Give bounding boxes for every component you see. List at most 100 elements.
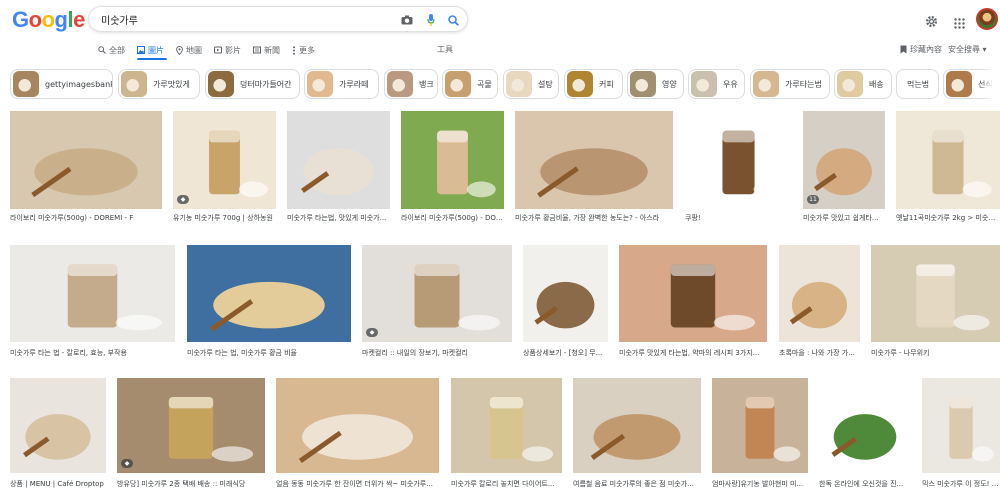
search-box[interactable] — [88, 6, 468, 32]
image-result[interactable]: 여름철 음료 미숫가루의 좋은 점 미숫가... — [573, 378, 701, 490]
result-thumbnail[interactable] — [451, 378, 562, 473]
chip-gettyimagesbank[interactable]: gettyimagesbank — [10, 69, 113, 99]
image-result[interactable]: 라이보리 미숫가루(500g) - DOR... — [401, 111, 504, 225]
google-logo[interactable]: Google — [12, 7, 85, 33]
result-caption[interactable]: 미숫가루 칼로리 놓치면 다이어트... — [451, 479, 562, 489]
safe-search-button[interactable]: 安全搜尋 ▾ — [948, 44, 987, 55]
tab-images[interactable]: 圖片 — [137, 43, 164, 57]
result-caption[interactable]: 초록마을 : 나와 가장 가... — [779, 348, 860, 358]
tools-button[interactable]: 工具 — [437, 44, 453, 55]
image-result[interactable]: 11 미숫가루 맛있고 쉽게타... — [803, 111, 885, 225]
image-result[interactable]: 미숫가루 - 나무위키 — [871, 245, 1000, 360]
chip-2[interactable]: 덩터마가들어간 — [205, 69, 300, 99]
account-avatar[interactable] — [976, 8, 998, 30]
result-thumbnail[interactable]: 11 — [803, 111, 885, 209]
result-thumbnail[interactable] — [819, 378, 911, 473]
microphone-icon[interactable] — [423, 12, 439, 28]
chip-5[interactable]: 곡물 — [442, 69, 498, 99]
tab-all[interactable]: 全部 — [98, 43, 125, 57]
result-caption[interactable]: 믹스 미숫가루 이 정도! 미... — [922, 479, 1000, 489]
result-caption[interactable]: 미숫가루 타는법, 맛있게 미숫가... — [287, 213, 390, 223]
image-result[interactable]: 한독 온라인에 오신것을 진... — [819, 378, 911, 490]
result-thumbnail[interactable] — [276, 378, 439, 473]
image-result[interactable]: 미숫가루 타는법, 맛있게 미숫가... — [287, 111, 390, 225]
result-thumbnail[interactable] — [10, 111, 162, 209]
result-caption[interactable]: 한독 온라인에 오신것을 진... — [819, 479, 911, 489]
image-result[interactable]: 상품 | MENU | Café Droptop — [10, 378, 106, 490]
image-result[interactable]: 쿠팡! — [685, 111, 792, 225]
image-result[interactable]: 미숫가루 황금비율, 가장 완벽한 농도는? - 아스라 — [515, 111, 673, 225]
result-caption[interactable]: 미숫가루 맛있게 타는법, 약마의 레시피 3가지... — [619, 348, 767, 358]
tab-more[interactable]: 更多 — [292, 43, 315, 57]
chip-6[interactable]: 설탕 — [503, 69, 559, 99]
tab-videos[interactable]: 影片 — [214, 43, 241, 57]
result-thumbnail[interactable]: ◆ — [117, 378, 265, 473]
image-result[interactable]: 상품상세보기 - [청오] 무... — [523, 245, 608, 360]
result-thumbnail[interactable] — [685, 111, 792, 209]
chip-8[interactable]: 영양 — [627, 69, 684, 99]
chip-12[interactable]: 먹는법 — [896, 69, 939, 99]
result-thumbnail[interactable] — [712, 378, 808, 473]
result-caption[interactable]: 미숫가루 - 나무위키 — [871, 348, 1000, 358]
result-thumbnail[interactable] — [515, 111, 673, 209]
chip-7[interactable]: 커피 — [564, 69, 623, 99]
image-result[interactable]: 초록마을 : 나와 가장 가... — [779, 245, 860, 360]
tab-news[interactable]: 新聞 — [253, 43, 280, 57]
image-result[interactable]: 옛날11곡미숫가루 2kg > 미숫가... — [896, 111, 1000, 225]
result-caption[interactable]: 미숫가루 맛있고 쉽게타... — [803, 213, 885, 223]
result-caption[interactable]: 상품 | MENU | Café Droptop — [10, 479, 106, 489]
result-caption[interactable]: 쿠팡! — [685, 213, 792, 223]
result-caption[interactable]: 라이보리 미숫가루(500g) - DOR... — [401, 213, 504, 223]
image-result[interactable]: 라이보리 미숫가루(500g) - DOREMI - F — [10, 111, 162, 225]
result-thumbnail[interactable]: ◆ — [362, 245, 512, 342]
result-caption[interactable]: 옛날11곡미숫가루 2kg > 미숫가... — [896, 213, 1000, 223]
result-thumbnail[interactable] — [523, 245, 608, 342]
result-thumbnail[interactable]: ◆ — [173, 111, 276, 209]
chip-11[interactable]: 배송 — [834, 69, 892, 99]
search-icon[interactable] — [445, 12, 461, 28]
result-caption[interactable]: 라이보리 미숫가루(500g) - DOREMI - F — [10, 213, 162, 223]
image-result[interactable]: ◆방유당] 미숫가루 2종 택배 배송 :: 미래식당 — [117, 378, 265, 490]
image-result[interactable]: 얼음 동동 미숫가루 한 잔이면 더위가 싹~ 미숫가루... — [276, 378, 439, 490]
result-thumbnail[interactable] — [573, 378, 701, 473]
camera-icon[interactable] — [399, 12, 415, 28]
result-thumbnail[interactable] — [10, 378, 106, 473]
image-result[interactable]: 미숫가루 맛있게 타는법, 약마의 레시피 3가지... — [619, 245, 767, 360]
tab-maps[interactable]: 地圖 — [176, 43, 202, 57]
result-caption[interactable]: 마켓컬리 :: 내일의 장보기, 마켓컬리 — [362, 348, 512, 358]
image-result[interactable]: ◆마켓컬리 :: 내일의 장보기, 마켓컬리 — [362, 245, 512, 360]
chip-1[interactable]: 가루맛있게 — [118, 69, 200, 99]
result-thumbnail[interactable] — [896, 111, 1000, 209]
image-result[interactable]: 미숫가루 칼로리 놓치면 다이어트... — [451, 378, 562, 490]
result-caption[interactable]: 여름철 음료 미숫가루의 좋은 점 미숫가... — [573, 479, 701, 489]
result-thumbnail[interactable] — [922, 378, 1000, 473]
result-caption[interactable]: 방유당] 미숫가루 2종 택배 배송 :: 미래식당 — [117, 479, 265, 489]
apps-grid-icon[interactable] — [954, 14, 965, 33]
result-caption[interactable]: 상품상세보기 - [청오] 무... — [523, 348, 608, 358]
result-thumbnail[interactable] — [187, 245, 351, 342]
result-thumbnail[interactable] — [10, 245, 175, 342]
chip-9[interactable]: 우유 — [688, 69, 745, 99]
result-thumbnail[interactable] — [619, 245, 767, 342]
result-caption[interactable]: 엄마사랑]유기농 발아현미 미... — [712, 479, 808, 489]
result-caption[interactable]: 얼음 동동 미숫가루 한 잔이면 더위가 싹~ 미숫가루... — [276, 479, 439, 489]
result-thumbnail[interactable] — [401, 111, 504, 209]
image-result[interactable]: ◆ 유기농 미숫가루 700g | 상하농원 — [173, 111, 276, 225]
image-result[interactable]: 미숫가루 타는 법, 미숫가루 황금 비율 — [187, 245, 351, 360]
result-caption[interactable]: 미숫가루 황금비율, 가장 완벽한 농도는? - 아스라 — [515, 213, 673, 223]
image-result[interactable]: 믹스 미숫가루 이 정도! 미... — [922, 378, 1000, 490]
saved-button[interactable]: 珍藏內容 — [900, 44, 942, 55]
result-thumbnail[interactable] — [871, 245, 1000, 342]
result-thumbnail[interactable] — [779, 245, 860, 342]
result-caption[interactable]: 미숫가루 타는 법 - 칼로리, 효능, 부작용 — [10, 348, 175, 358]
chip-4[interactable]: 뱅크 — [384, 69, 438, 99]
result-caption[interactable]: 유기농 미숫가루 700g | 상하농원 — [173, 213, 276, 223]
chip-10[interactable]: 가루타는법 — [750, 69, 830, 99]
image-result[interactable]: 엄마사랑]유기농 발아현미 미... — [712, 378, 808, 490]
chip-3[interactable]: 가루라떼 — [304, 69, 379, 99]
result-caption[interactable]: 미숫가루 타는 법, 미숫가루 황금 비율 — [187, 348, 351, 358]
search-input[interactable] — [101, 11, 381, 28]
result-thumbnail[interactable] — [287, 111, 390, 209]
image-result[interactable]: 미숫가루 타는 법 - 칼로리, 효능, 부작용 — [10, 245, 175, 360]
settings-gear-icon[interactable] — [925, 13, 938, 32]
